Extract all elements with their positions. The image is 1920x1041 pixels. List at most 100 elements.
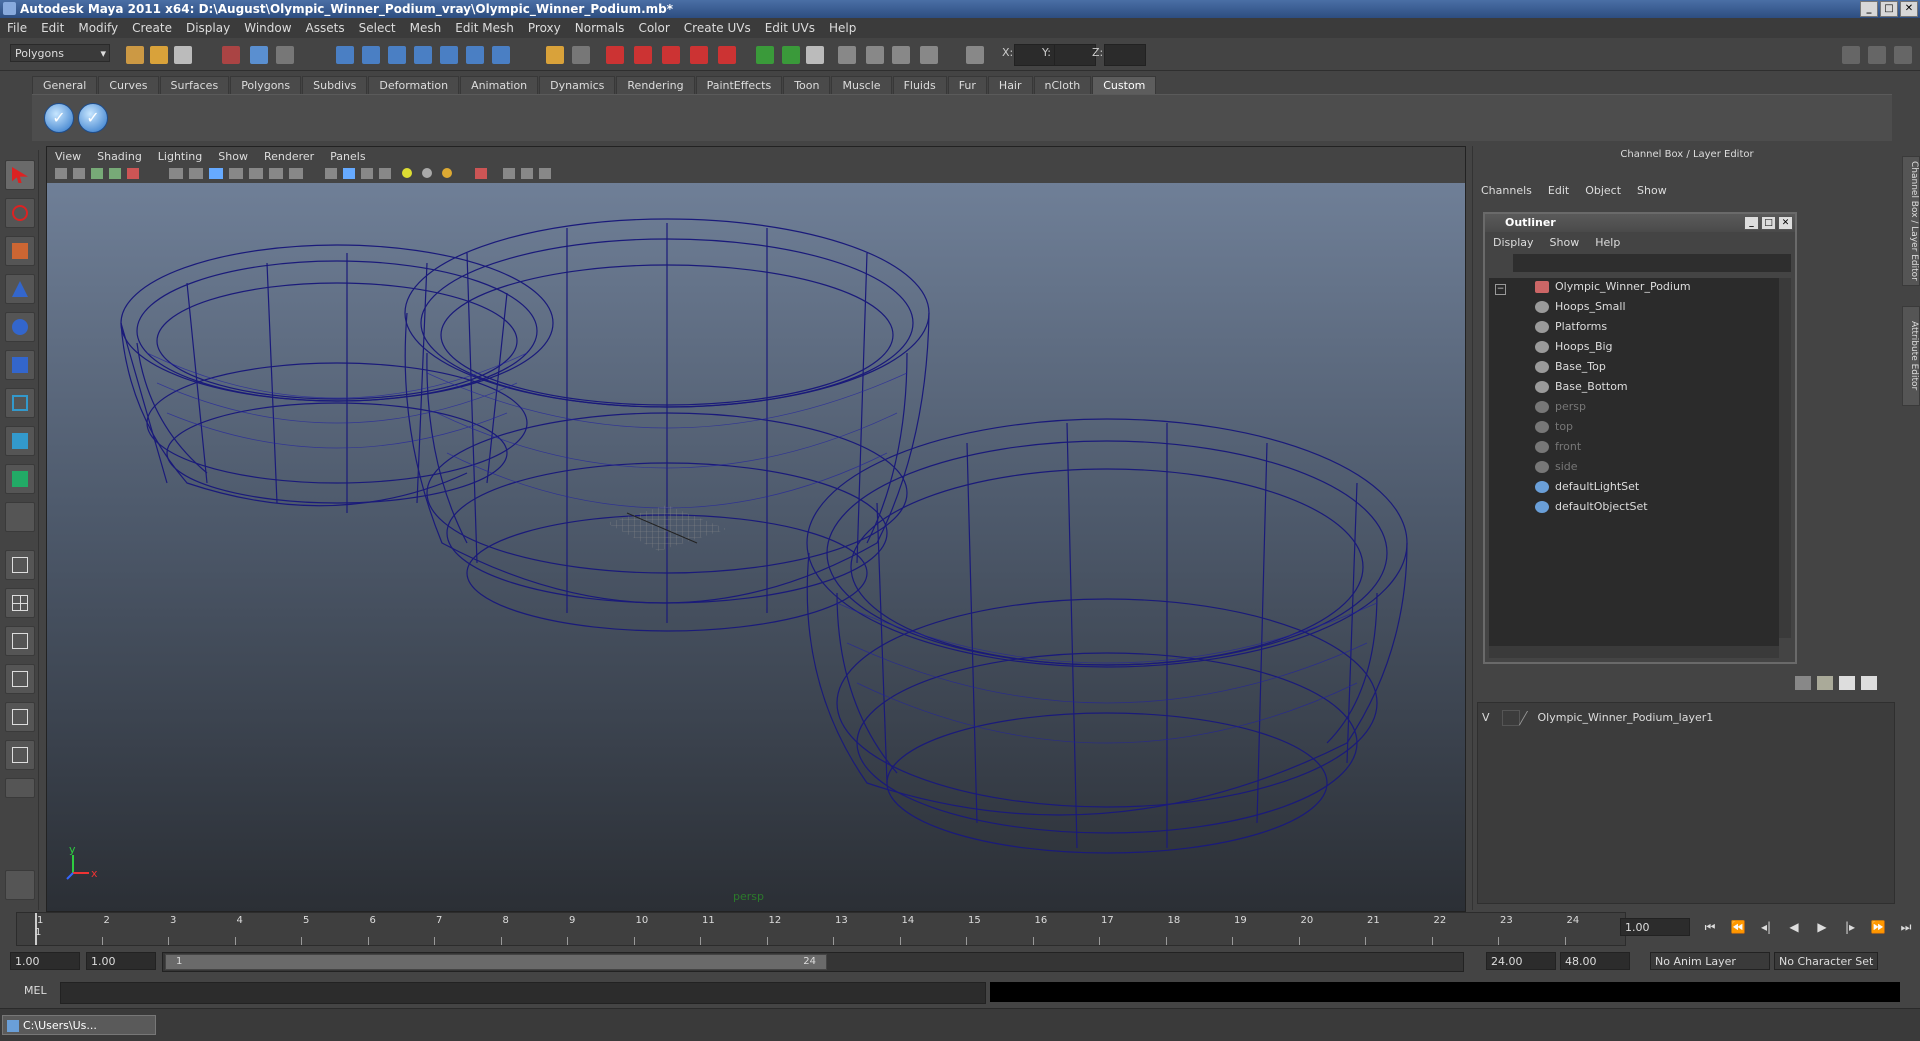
paint-select-tool-icon[interactable] <box>5 236 35 266</box>
cb-menu-object[interactable]: Object <box>1577 184 1629 197</box>
select-object-icon[interactable] <box>250 46 268 64</box>
viewport-toolbar-icons[interactable] <box>47 165 587 181</box>
menu-edit-mesh[interactable]: Edit Mesh <box>448 21 521 35</box>
select-tool-icon[interactable] <box>5 160 35 190</box>
outliner-item[interactable]: Olympic_Winner_Podium <box>1535 278 1691 296</box>
menu-select[interactable]: Select <box>352 21 403 35</box>
animation-start-field[interactable]: 1.00 <box>10 952 80 970</box>
shelf-tab-general[interactable]: General <box>32 76 98 95</box>
shelf-tab-curves[interactable]: Curves <box>98 76 159 95</box>
viewport-menu-renderer[interactable]: Renderer <box>256 150 322 163</box>
menu-file[interactable]: File <box>0 21 34 35</box>
step-forward-key-icon[interactable]: ⏩ <box>1868 920 1888 936</box>
cb-menu-channels[interactable]: Channels <box>1473 184 1540 197</box>
shelf-tab-dynamics[interactable]: Dynamics <box>539 76 616 95</box>
shelf-tab-toon[interactable]: Toon <box>783 76 831 95</box>
z-field[interactable] <box>1104 44 1146 66</box>
shelf-tab-subdivs[interactable]: Subdivs <box>302 76 368 95</box>
menu-display[interactable]: Display <box>179 21 237 35</box>
outliner-item[interactable]: Platforms <box>1535 318 1607 336</box>
menu-create[interactable]: Create <box>125 21 179 35</box>
shelf-tab-painteffects[interactable]: PaintEffects <box>695 76 783 95</box>
maximize-button[interactable]: □ <box>1880 1 1898 17</box>
anim-layer-dropdown[interactable]: No Anim Layer <box>1650 952 1770 970</box>
hotbox-icon[interactable] <box>5 870 35 900</box>
layout-options-icon[interactable] <box>5 778 35 798</box>
rotate-tool-icon[interactable] <box>5 312 35 342</box>
collapse-toggle-icon[interactable]: − <box>1495 284 1506 295</box>
select-hierarchy-icon[interactable] <box>222 46 240 64</box>
rename-icon[interactable] <box>782 46 800 64</box>
render-icon[interactable] <box>606 46 624 64</box>
graph-editor-layout-icon[interactable] <box>5 740 35 770</box>
minimize-button[interactable]: _ <box>1860 1 1878 17</box>
show-manipulator-icon[interactable] <box>5 464 35 494</box>
menu-assets[interactable]: Assets <box>299 21 352 35</box>
menu-proxy[interactable]: Proxy <box>521 21 568 35</box>
shelf-tab-custom[interactable]: Custom <box>1092 76 1157 95</box>
menu-edit[interactable]: Edit <box>34 21 71 35</box>
persp-graph-layout-icon[interactable] <box>5 664 35 694</box>
hypershade-layout-icon[interactable] <box>5 702 35 732</box>
taskbar-item[interactable]: C:\Users\Us... <box>2 1015 156 1035</box>
range-thumb[interactable]: 1 24 <box>165 954 827 970</box>
menu-mesh[interactable]: Mesh <box>403 21 449 35</box>
mel-label[interactable]: MEL <box>24 984 47 997</box>
snap-plane-icon[interactable] <box>414 46 432 64</box>
go-to-end-icon[interactable]: ⏭ <box>1896 920 1916 936</box>
render-settings-icon[interactable] <box>662 46 680 64</box>
character-set-dropdown[interactable]: No Character Set <box>1774 952 1878 970</box>
time-slider[interactable]: 1 2 3 4 5 6 7 8 9 10 11 12 13 14 15 16 17 18 19 20 21 22 23 24 … <box>16 912 1626 946</box>
outliner-item[interactable]: defaultObjectSet <box>1535 498 1648 516</box>
make-live-icon[interactable] <box>440 46 458 64</box>
outliner-item[interactable]: defaultLightSet <box>1535 478 1639 496</box>
persp-outliner-layout-icon[interactable] <box>5 626 35 656</box>
step-forward-frame-icon[interactable]: |▸ <box>1840 920 1860 936</box>
outliner-item[interactable]: front <box>1535 438 1581 456</box>
viewport-menu-show[interactable]: Show <box>210 150 256 163</box>
cb-menu-show[interactable]: Show <box>1629 184 1675 197</box>
menu-color[interactable]: Color <box>631 21 676 35</box>
viewport-menu-panels[interactable]: Panels <box>322 150 373 163</box>
select-component-icon[interactable] <box>276 46 294 64</box>
mel-input[interactable] <box>60 982 986 1004</box>
menu-set-selector[interactable]: Polygons <box>10 44 110 63</box>
outliner-menu-show[interactable]: Show <box>1542 236 1588 249</box>
step-back-key-icon[interactable]: ⏪ <box>1728 920 1748 936</box>
single-perspective-layout-icon[interactable] <box>5 550 35 580</box>
snap-grid-icon[interactable] <box>336 46 354 64</box>
playback-start-field[interactable]: 1.00 <box>86 952 156 970</box>
y-field[interactable] <box>1054 44 1096 66</box>
shelf-tab-polygons[interactable]: Polygons <box>230 76 302 95</box>
range-track[interactable]: 1 24 <box>162 952 1464 972</box>
outliner-item[interactable]: Hoops_Big <box>1535 338 1613 356</box>
menu-normals[interactable]: Normals <box>568 21 632 35</box>
check-shelf-icon-1[interactable]: ✓ <box>44 103 74 133</box>
viewport-menu-shading[interactable]: Shading <box>89 150 150 163</box>
layer-type-toggle[interactable] <box>1501 710 1520 726</box>
current-frame-field[interactable]: 1.00 <box>1620 918 1690 936</box>
channel-box-toggle-icon[interactable] <box>806 46 824 64</box>
move-tool-icon[interactable] <box>5 274 35 304</box>
help-icon[interactable] <box>492 46 510 64</box>
shelf-tab-animation[interactable]: Animation <box>460 76 539 95</box>
layer-visibility-toggle[interactable]: V <box>1482 709 1498 727</box>
outliner-item[interactable]: top <box>1535 418 1573 436</box>
last-tool-icon[interactable] <box>5 502 35 532</box>
camera-icon[interactable] <box>838 46 856 64</box>
step-back-frame-icon[interactable]: ◂| <box>1756 920 1776 936</box>
ipr-render-icon[interactable] <box>634 46 652 64</box>
layer-options-icon[interactable] <box>1795 676 1811 690</box>
side-tab-channel-box[interactable]: Channel Box / Layer Editor <box>1902 156 1920 286</box>
outliner-item[interactable]: persp <box>1535 398 1586 416</box>
layer-row[interactable]: V Olympic_Winner_Podium_layer1 <box>1482 709 1713 727</box>
play-forward-icon[interactable]: ▶ <box>1812 920 1832 936</box>
snap-curve-icon[interactable] <box>362 46 380 64</box>
save-scene-icon[interactable] <box>174 46 192 64</box>
menu-create-uvs[interactable]: Create UVs <box>677 21 758 35</box>
animation-end-field[interactable]: 48.00 <box>1560 952 1630 970</box>
resolution-gate-icon[interactable] <box>892 46 910 64</box>
attribute-editor-toggle-icon[interactable] <box>1842 46 1860 64</box>
cb-menu-edit[interactable]: Edit <box>1540 184 1577 197</box>
close-button[interactable]: ✕ <box>1900 1 1918 17</box>
